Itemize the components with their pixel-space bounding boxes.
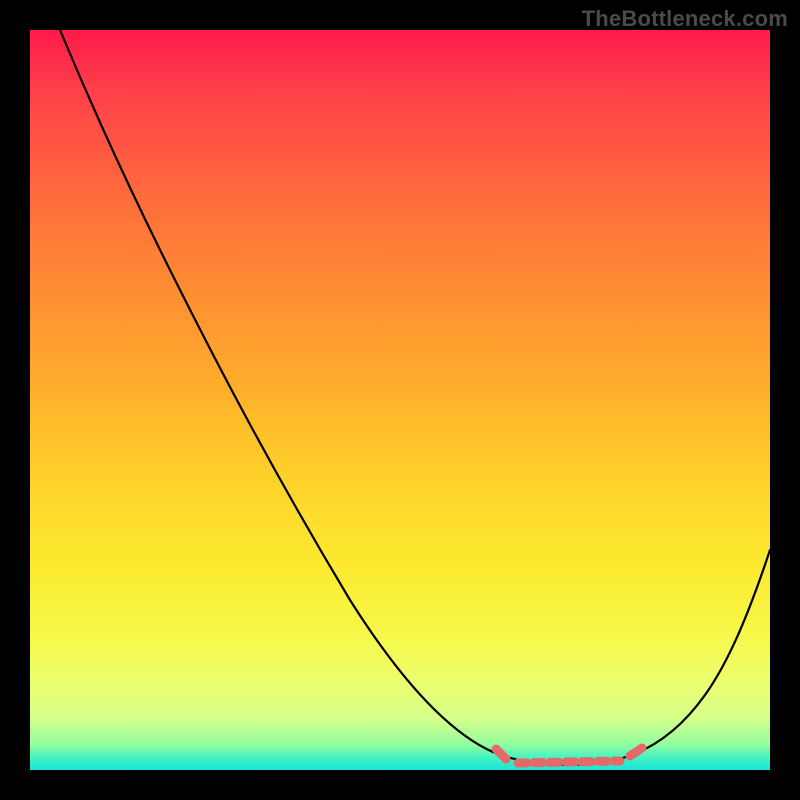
bottleneck-curve xyxy=(60,30,770,765)
marker-band xyxy=(518,761,620,763)
chart-svg xyxy=(30,30,770,770)
series-curve xyxy=(60,30,770,765)
highlight-markers xyxy=(496,748,642,763)
chart-root: TheBottleneck.com xyxy=(0,0,800,800)
plot-area xyxy=(30,30,770,770)
marker-cap-right xyxy=(630,748,642,756)
marker-cap-left xyxy=(496,749,506,759)
watermark-text: TheBottleneck.com xyxy=(582,6,788,32)
